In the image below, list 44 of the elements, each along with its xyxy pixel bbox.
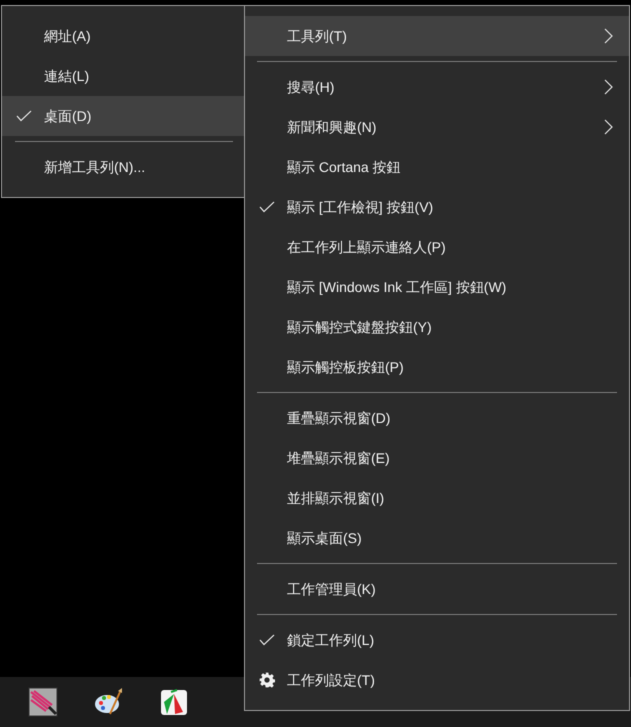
menu-item[interactable]: 顯示 [Windows Ink 工作區] 按鈕(W) [245, 267, 629, 307]
menu-item-label: 網址(A) [44, 26, 91, 46]
paint-palette-icon[interactable] [94, 687, 124, 717]
menu-item-label: 新增工具列(N)... [44, 158, 146, 177]
menu-item[interactable]: 在工作列上顯示連絡人(P) [245, 227, 629, 267]
menu-item[interactable]: 搜尋(H) [245, 67, 629, 107]
menu-item-label: 重疊顯示視窗(D) [287, 408, 390, 428]
menu-item-label: 顯示觸控板按鈕(P) [287, 358, 404, 377]
menu-item[interactable]: 新增工具列(N)... [2, 147, 246, 187]
menu-item-label: 工具列(T) [287, 26, 347, 46]
menu-item-label: 工作管理員(K) [287, 580, 376, 599]
menu-item-label: 工作列設定(T) [287, 670, 375, 690]
menu-item[interactable]: 工作管理員(K) [245, 569, 629, 609]
menu-item[interactable]: 顯示 [工作檢視] 按鈕(V) [245, 187, 629, 227]
menu-item-label: 搜尋(H) [287, 78, 334, 97]
menu-item[interactable]: 並排顯示視窗(I) [245, 478, 629, 518]
menu-item[interactable]: 連結(L) [2, 56, 246, 96]
menu-item[interactable]: 顯示 Cortana 按鈕 [245, 147, 629, 187]
settings-icon [259, 672, 275, 688]
menu-item-label: 顯示 [工作檢視] 按鈕(V) [287, 198, 434, 217]
menu-item-label: 顯示桌面(S) [287, 528, 362, 548]
menu-item[interactable]: 顯示觸控板按鈕(P) [245, 347, 629, 387]
menu-item[interactable]: 重疊顯示視窗(D) [245, 398, 629, 438]
menu-item[interactable]: 工具列(T) [245, 16, 629, 56]
menu-item-label: 桌面(D) [44, 106, 92, 126]
menu-item-label: 顯示 Cortana 按鈕 [287, 158, 401, 176]
menu-item[interactable]: 顯示桌面(S) [245, 518, 629, 558]
menu-item-label: 顯示 [Windows Ink 工作區] 按鈕(W) [287, 278, 506, 297]
menu-item-label: 堆疊顯示視窗(E) [287, 448, 390, 468]
menu-item[interactable]: 堆疊顯示視窗(E) [245, 438, 629, 478]
app-icon[interactable] [160, 688, 188, 716]
app-icon[interactable] [28, 687, 58, 717]
menu-item-label: 鎖定工作列(L) [287, 630, 374, 650]
menu-item-label: 新聞和興趣(N) [287, 118, 376, 137]
menu-item-label: 在工作列上顯示連絡人(P) [287, 238, 446, 257]
menu-item[interactable]: 顯示觸控式鍵盤按鈕(Y) [245, 307, 629, 347]
menu-item[interactable]: 桌面(D) [2, 96, 246, 136]
menu-item[interactable]: 鎖定工作列(L) [245, 620, 629, 660]
menu-item-label: 顯示觸控式鍵盤按鈕(Y) [287, 318, 432, 337]
menu-item[interactable]: 工作列設定(T) [245, 660, 629, 700]
menu-item-label: 並排顯示視窗(I) [287, 488, 384, 508]
menu-item[interactable]: 新聞和興趣(N) [245, 107, 629, 147]
menu-item[interactable]: 網址(A) [2, 16, 246, 56]
menu-item-label: 連結(L) [44, 66, 90, 86]
